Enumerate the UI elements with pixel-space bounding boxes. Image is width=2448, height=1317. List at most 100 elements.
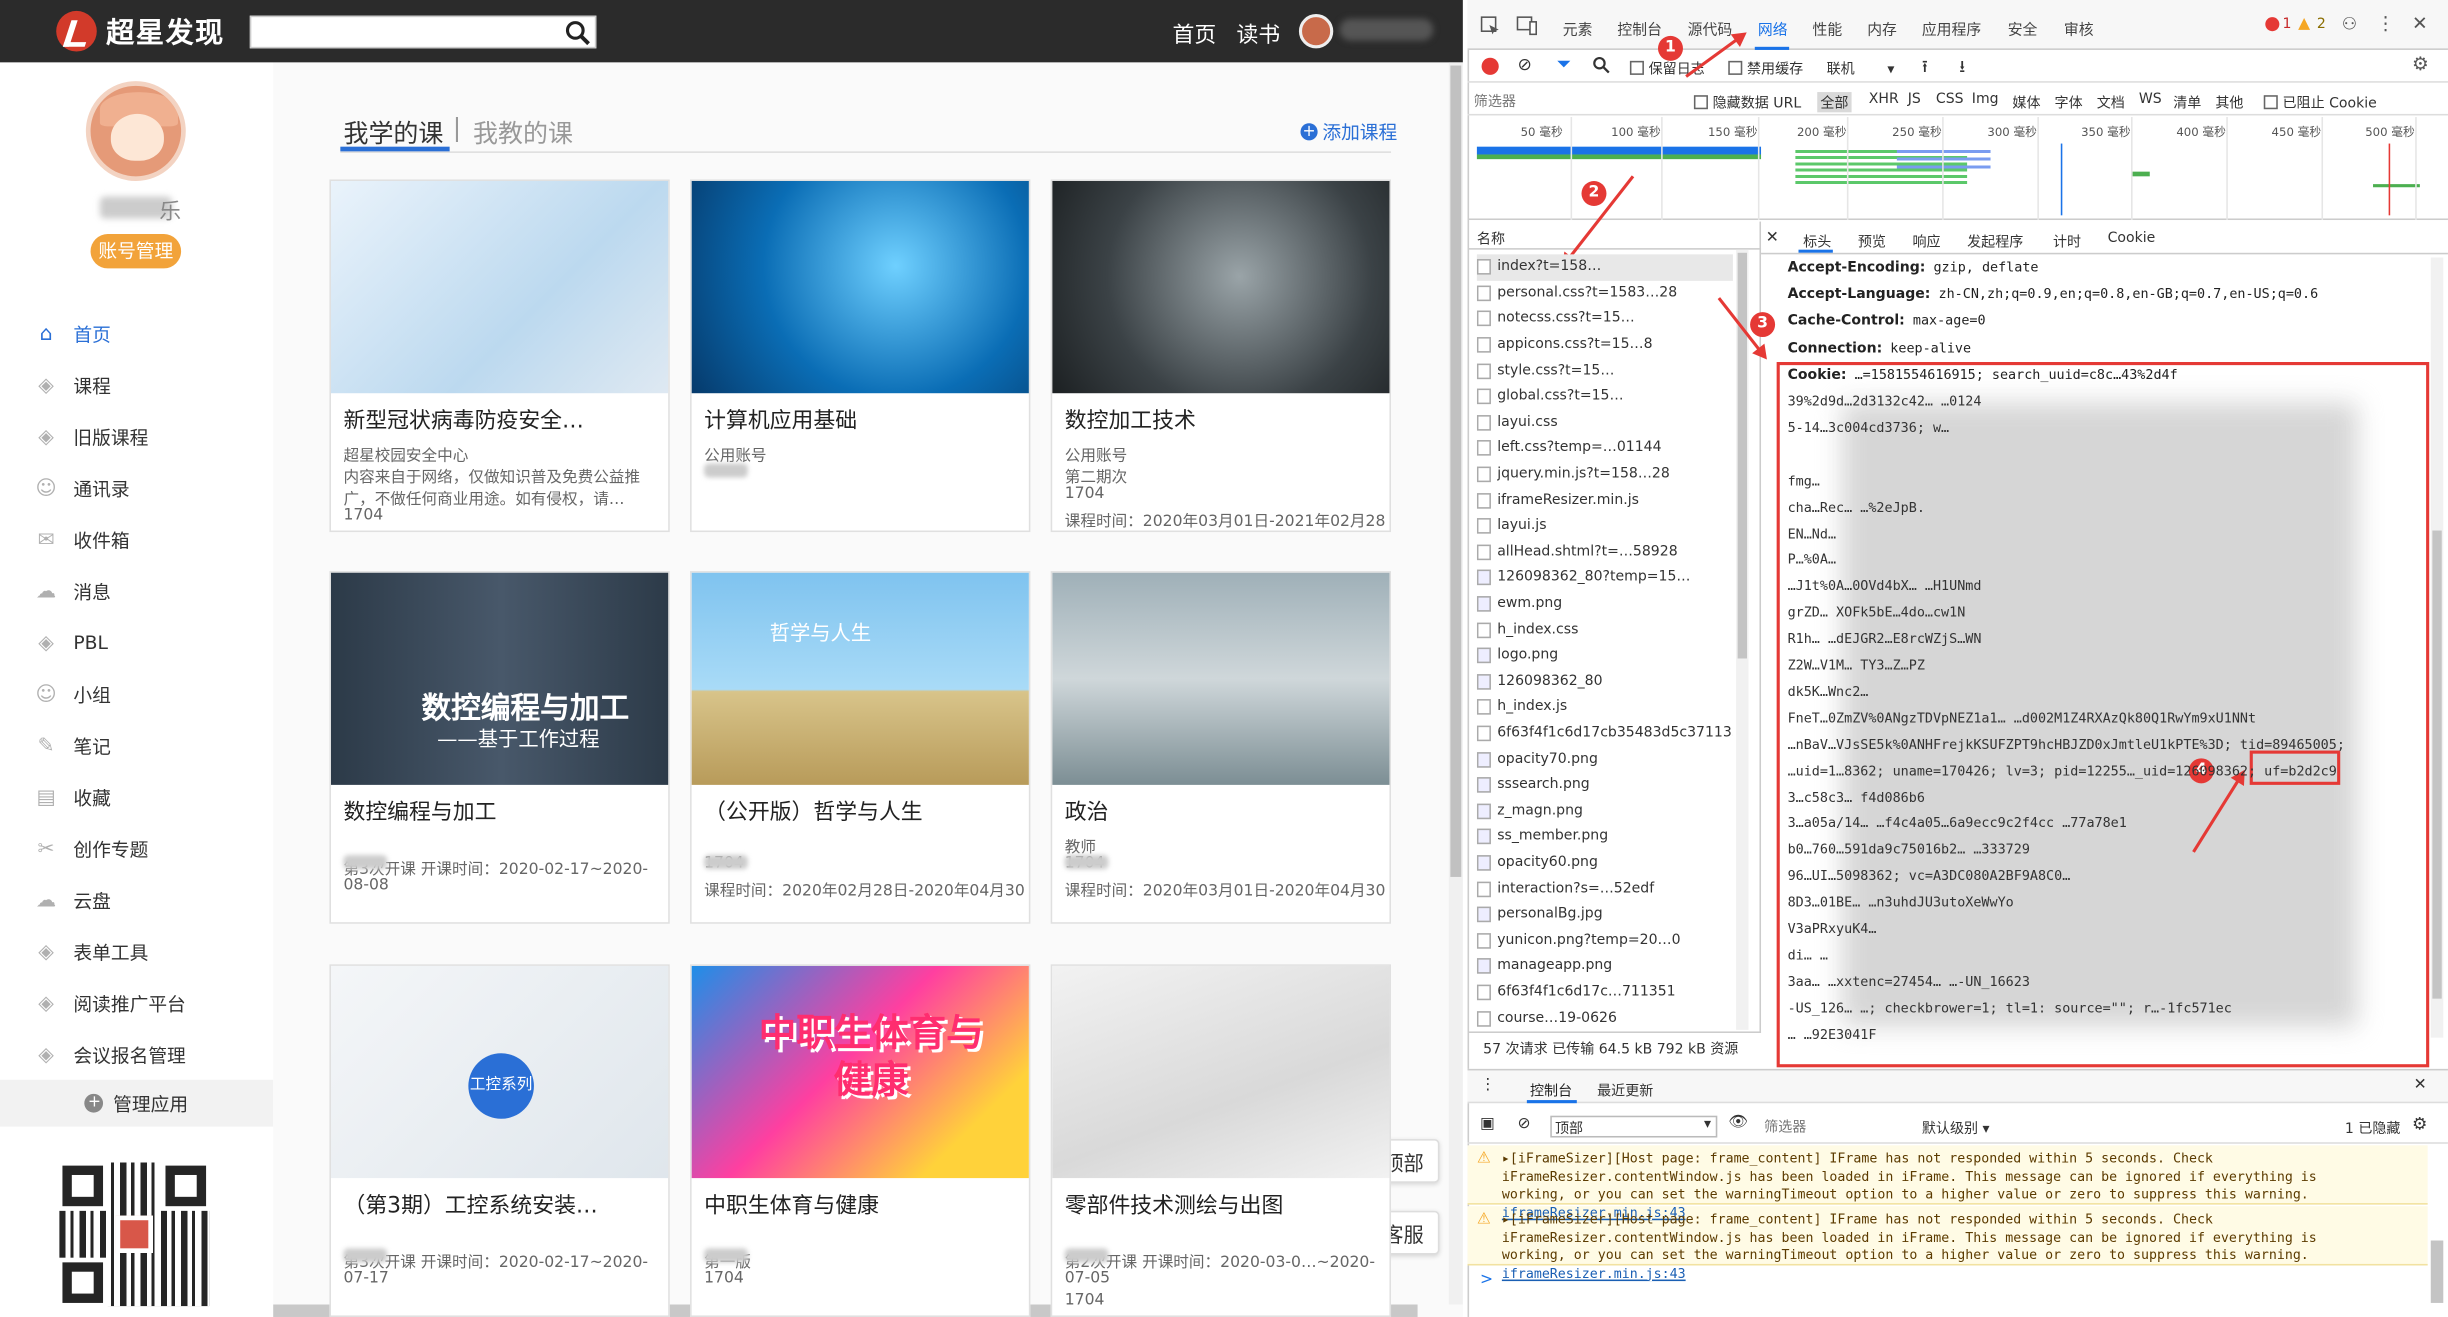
detail-tab[interactable]: Cookie [2108, 231, 2156, 247]
course-title[interactable]: 政治 [1065, 796, 1385, 827]
course-cover-image[interactable] [691, 181, 1029, 394]
sidebar-item-reading[interactable]: ◈ 阅读推广平台 [34, 986, 268, 1020]
type-filter-其他[interactable]: 其他 [2215, 92, 2243, 113]
site-logo[interactable]: 超星发现 [56, 10, 243, 52]
course-card[interactable]: 零部件技术测绘与出图 第2次开课 开课时间：2020-03-0…~2020- 07-… [1050, 964, 1392, 1317]
request-row[interactable]: 6f63f4f1c6d17cb35483d5c3711351 [1476, 721, 1733, 747]
blocked-cookies-checkbox[interactable]: 已阻止 Cookie [2263, 92, 2377, 112]
request-row[interactable]: personal.css?t=1583…28 [1476, 280, 1733, 306]
console-clear-icon[interactable]: ⊘ [1517, 1116, 1530, 1133]
course-cover-image[interactable] [1052, 572, 1390, 785]
tab-my-learning[interactable]: 我学的课 [343, 112, 443, 149]
course-card[interactable]: 中职生体育与健康 中职生体育与健康 第一版 1704 [690, 964, 1031, 1317]
detail-tab[interactable]: 发起程序 [1967, 231, 2023, 252]
course-title[interactable]: 零部件技术测绘与出图 [1065, 1189, 1385, 1220]
course-cover-image[interactable] [1052, 965, 1390, 1179]
type-filter-XHR[interactable]: XHR [1869, 92, 1899, 108]
course-title[interactable]: 新型冠状病毒防疫安全… [343, 404, 663, 435]
course-cover-image[interactable]: 工控系列 [330, 965, 669, 1179]
console-settings-icon[interactable]: ⚙ [2412, 1114, 2427, 1134]
course-cover-image[interactable]: 哲学与人生 [691, 572, 1029, 785]
request-row[interactable]: personalBg.jpg [1476, 902, 1733, 928]
request-row[interactable]: index?t=158… [1476, 254, 1733, 281]
course-cover-image[interactable]: 数控编程与加工 ——基于工作过程 [330, 572, 669, 785]
sidebar-item-group[interactable]: ☺ 小组 [34, 677, 268, 711]
filter-icon[interactable]: ⏷ [1557, 53, 1572, 76]
nav-read-link[interactable]: 读书 [1236, 19, 1280, 50]
course-card[interactable]: 数控加工技术 公用账号 第二期次 1704 课程时间：2020年03月01日-2021年… [1050, 179, 1392, 533]
course-card[interactable]: 数控编程与加工 ——基于工作过程 数控编程与加工 第3次开课 开课时间：2020-02… [329, 571, 670, 924]
profile-avatar[interactable] [85, 81, 186, 182]
throttle-select[interactable]: 联机 ▾ [1827, 58, 1895, 78]
export-har-icon[interactable]: ⭳ [1959, 53, 1965, 83]
request-row[interactable]: ss_member.png [1476, 824, 1733, 850]
course-title[interactable]: 数控加工技术 [1065, 404, 1385, 435]
detail-tab[interactable]: 标头 [1803, 231, 1831, 252]
request-row[interactable]: iframeResizer.min.js [1476, 487, 1733, 513]
record-icon[interactable] [1481, 57, 1499, 75]
course-cover-image[interactable]: 中职生体育与健康 [691, 965, 1029, 1179]
devtools-tab[interactable]: 应用程序 [1922, 17, 1981, 39]
request-row[interactable]: interaction?s=…52edf [1476, 876, 1733, 902]
tab-my-teaching[interactable]: 我教的课 [473, 112, 573, 149]
console-filter-input[interactable] [1764, 1115, 1905, 1136]
devtools-tab[interactable]: 安全 [2008, 17, 2038, 39]
disable-cache-checkbox[interactable]: 禁用缓存 [1728, 58, 1803, 78]
context-select[interactable]: 顶部 ▾ [1550, 1115, 1718, 1138]
drawer-menu-icon[interactable]: ⋮ [1480, 1077, 1496, 1094]
course-card[interactable]: 计算机应用基础 公用账号 [690, 179, 1031, 533]
name-column-header[interactable]: 名称 [1477, 228, 1505, 248]
drawer-tab-console[interactable]: 控制台 [1530, 1080, 1572, 1100]
sidebar-item-meeting[interactable]: ◈ 会议报名管理 [34, 1038, 268, 1072]
close-devtools-icon[interactable]: ✕ [2412, 12, 2428, 34]
add-course-button[interactable]: + 添加课程 [1300, 119, 1397, 146]
request-row[interactable]: h_index.css [1476, 617, 1733, 643]
devtools-tab[interactable]: 控制台 [1617, 17, 1662, 39]
type-filter-字体[interactable]: 字体 [2055, 92, 2083, 113]
devtools-tab[interactable]: 源代码 [1688, 17, 1733, 39]
course-title[interactable]: 数控编程与加工 [343, 796, 663, 827]
log-level-select[interactable]: 默认级别 ▾ [1922, 1117, 1990, 1138]
header-avatar[interactable] [1298, 14, 1334, 49]
request-row[interactable]: jquery.min.js?t=158…28 [1476, 462, 1733, 488]
search-input[interactable] [249, 15, 597, 49]
request-row[interactable]: ewm.png [1476, 591, 1733, 617]
request-row[interactable]: layui.css [1476, 410, 1733, 436]
request-row[interactable]: left.css?temp=…01144 [1476, 436, 1733, 462]
network-filter-input[interactable] [1473, 88, 1685, 113]
close-detail-icon[interactable]: ✕ [1766, 229, 1779, 246]
close-drawer-icon[interactable]: ✕ [2414, 1077, 2427, 1094]
request-row[interactable]: course…19-0626 [1476, 1006, 1733, 1032]
sidebar-item-home[interactable]: ⌂ 首页 [34, 317, 268, 351]
request-row[interactable]: logo.png [1476, 643, 1733, 669]
sidebar-item-pbl[interactable]: ◈ PBL [34, 626, 268, 660]
warning-count[interactable]: 2 [2317, 17, 2326, 33]
live-expression-icon[interactable]: 👁 [1728, 1114, 1748, 1131]
search-icon[interactable] [564, 19, 592, 47]
request-row[interactable]: allHead.shtml?t=…58928 [1476, 539, 1733, 565]
request-row[interactable]: appicons.css?t=15…8 [1476, 332, 1733, 358]
request-row[interactable]: h_index.js [1476, 695, 1733, 721]
account-manage-button[interactable]: 账号管理 [90, 234, 182, 269]
request-row[interactable]: layui.js [1476, 513, 1733, 539]
course-title[interactable]: 计算机应用基础 [704, 404, 1024, 435]
course-card[interactable]: 工控系列 （第3期）工控系统安装… 第3次开课 开课时间：2020-02-17~20… [329, 964, 670, 1317]
course-title[interactable]: 中职生体育与健康 [704, 1189, 1024, 1220]
error-count[interactable]: 1 [2282, 17, 2291, 33]
request-row[interactable]: 126098362_80 [1476, 669, 1733, 695]
course-card[interactable]: 哲学与人生 （公开版）哲学与人生 1704 课程时间：2020年02月28日-2020… [690, 571, 1031, 924]
inspect-element-icon[interactable] [1480, 16, 1500, 36]
course-title[interactable]: （第3期）工控系统安装… [343, 1189, 663, 1220]
type-filter-Img[interactable]: Img [1972, 92, 1999, 108]
request-row[interactable]: sssearch.png [1476, 772, 1733, 798]
devtools-tab[interactable]: 内存 [1867, 17, 1897, 39]
vertical-scrollbar-thumb[interactable] [1450, 65, 1462, 877]
request-row[interactable]: manageapp.png [1476, 954, 1733, 980]
sidebar-item-old-course[interactable]: ◈ 旧版课程 [34, 420, 268, 454]
warning-source-link[interactable]: iframeResizer.min.js:43 [1502, 1266, 1686, 1282]
request-row[interactable]: 6f63f4f1c6d17c…711351 [1476, 980, 1733, 1006]
course-card[interactable]: 新型冠状病毒防疫安全… 超星校园安全中心 内容来自于网络，仅做知识普及免费公益推 广，… [329, 179, 670, 533]
devtools-tab[interactable]: 网络 [1758, 17, 1788, 39]
sidebar-item-course[interactable]: ◈ 课程 [34, 368, 268, 402]
import-har-icon[interactable]: ⭱ [1922, 53, 1928, 83]
